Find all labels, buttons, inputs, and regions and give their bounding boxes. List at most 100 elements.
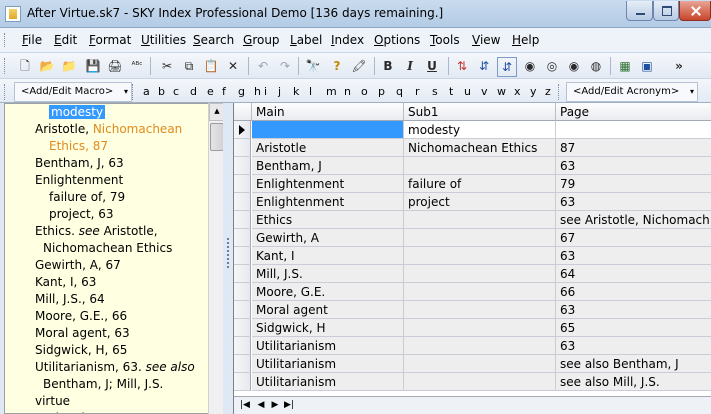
scroll-thumb[interactable] <box>210 123 224 151</box>
row-selector[interactable] <box>234 301 251 319</box>
letter-r-button[interactable]: r <box>415 85 420 98</box>
preview-line[interactable]: chastity, 58, 59 <box>49 410 142 413</box>
maximize-button[interactable] <box>653 1 679 21</box>
save-icon[interactable]: 💾 <box>84 57 102 75</box>
row-selector[interactable] <box>234 157 251 175</box>
menu-label[interactable]: Label <box>290 33 322 47</box>
table-row[interactable]: Sidgwick, H 65 <box>234 319 711 337</box>
cell-sub1[interactable] <box>404 355 556 373</box>
letter-n-button[interactable]: n <box>344 85 351 98</box>
preview-line[interactable]: Ethics. see Aristotle, <box>35 223 158 240</box>
cell-page[interactable]: 63 <box>556 157 711 175</box>
cell-main[interactable]: Utilitarianism <box>252 337 404 355</box>
preview-scrollbar[interactable]: ▲ <box>208 103 225 414</box>
preview-line[interactable]: Enlightenment <box>35 172 123 189</box>
letter-q-button[interactable]: q <box>396 85 403 98</box>
cell-main[interactable]: Utilitarianism <box>252 355 404 373</box>
preview-line[interactable]: Mill, J.S., 64 <box>35 291 105 308</box>
cell-sub1[interactable] <box>404 373 556 391</box>
table-row[interactable]: Moral agent 63 <box>234 301 711 319</box>
letter-b-button[interactable]: b <box>158 85 165 98</box>
letters-grip[interactable] <box>132 84 136 100</box>
letter-u-button[interactable]: u <box>464 85 471 98</box>
row-selector[interactable] <box>234 355 251 373</box>
preview-line[interactable]: Nichomachean Ethics <box>43 240 172 257</box>
table-row[interactable]: modesty <box>234 121 711 139</box>
print-icon[interactable]: 🖨 <box>106 57 124 75</box>
letter-c-button[interactable]: c <box>173 85 179 98</box>
table-row[interactable]: Utilitarianism 63 <box>234 337 711 355</box>
menu-help[interactable]: Help <box>512 33 539 47</box>
sort-alt-icon[interactable]: ⇵ <box>497 57 517 77</box>
sort-az-icon[interactable]: ⇵ <box>475 57 493 75</box>
preview-line[interactable]: Bentham, J, 63 <box>35 155 124 172</box>
cell-page[interactable]: 63 <box>556 247 711 265</box>
table-row[interactable]: Moore, G.E. 66 <box>234 283 711 301</box>
menu-search[interactable]: Search <box>193 33 234 47</box>
column-header-page[interactable]: Page <box>556 103 711 121</box>
table-row[interactable]: Enlightenment failure of 79 <box>234 175 711 193</box>
cell-sub1[interactable] <box>404 301 556 319</box>
preview-line[interactable]: Moral agent, 63 <box>35 325 130 342</box>
first-record-icon[interactable]: |◀ <box>238 398 252 412</box>
cell-page[interactable] <box>556 121 711 139</box>
cell-main[interactable]: Ethics <box>252 211 404 229</box>
preview-line[interactable]: Aristotle, Nichomachean <box>35 121 182 138</box>
menu-edit[interactable]: Edit <box>54 33 77 47</box>
cell-sub1[interactable] <box>404 337 556 355</box>
table-row[interactable]: Utilitarianism see also Bentham, J <box>234 355 711 373</box>
help-icon[interactable]: ? <box>328 57 346 75</box>
letter-a-button[interactable]: a <box>143 85 150 98</box>
preview-line[interactable]: virtue <box>35 393 70 410</box>
app-icon[interactable] <box>5 6 21 22</box>
toolbar-grip[interactable] <box>4 58 8 74</box>
letter-z-button[interactable]: z <box>545 85 551 98</box>
letter-p-button[interactable]: p <box>378 85 385 98</box>
preview-line[interactable]: project, 63 <box>49 206 114 223</box>
cell-page[interactable]: 64 <box>556 265 711 283</box>
cell-page[interactable]: 65 <box>556 319 711 337</box>
cut-icon[interactable]: ✂ <box>158 57 176 75</box>
row-selector[interactable] <box>234 175 251 193</box>
table-row[interactable]: Ethics see Aristotle, Nichomach <box>234 211 711 229</box>
more-icon[interactable]: » <box>670 57 688 75</box>
row-selector[interactable] <box>234 337 251 355</box>
letter-m-button[interactable]: m <box>326 85 337 98</box>
cell-sub1[interactable] <box>404 157 556 175</box>
letter-h-button[interactable]: h <box>254 85 261 98</box>
view-2-icon[interactable]: ◎ <box>543 57 561 75</box>
cell-sub1[interactable] <box>404 229 556 247</box>
cell-page[interactable]: 67 <box>556 229 711 247</box>
row-selector[interactable] <box>234 265 251 283</box>
cell-main[interactable]: Moore, G.E. <box>252 283 404 301</box>
preview-line[interactable]: Ethics, 87 <box>49 138 108 155</box>
spellcheck-icon[interactable]: ᴬᴮᶜ <box>128 57 146 75</box>
letter-s-button[interactable]: s <box>432 85 438 98</box>
cell-main[interactable]: Utilitarianism <box>252 373 404 391</box>
letter-g-button[interactable]: g <box>238 85 245 98</box>
menu-grip[interactable] <box>4 33 8 47</box>
new-icon[interactable]: 🗋 <box>16 57 34 75</box>
row-selector[interactable] <box>234 193 251 211</box>
cell-sub1[interactable] <box>404 211 556 229</box>
column-header-main[interactable]: Main <box>252 103 404 121</box>
preview-line[interactable]: modesty <box>49 104 106 121</box>
letter-w-button[interactable]: w <box>497 85 506 98</box>
table-row[interactable]: Utilitarianism see also Mill, J.S. <box>234 373 711 391</box>
row-selector[interactable] <box>234 211 251 229</box>
cell-sub1[interactable] <box>404 265 556 283</box>
find-icon[interactable]: 🔭 <box>304 57 322 75</box>
cell-page[interactable]: 63 <box>556 193 711 211</box>
open-icon[interactable]: 📂 <box>38 57 56 75</box>
menu-tools[interactable]: Tools <box>430 33 460 47</box>
preview-line[interactable]: Moore, G.E., 66 <box>35 308 127 325</box>
letter-f-button[interactable]: f <box>222 85 226 98</box>
highlight-icon[interactable]: 🖍 <box>350 57 368 75</box>
cell-page[interactable]: 79 <box>556 175 711 193</box>
cell-main[interactable]: Enlightenment <box>252 175 404 193</box>
letter-k-button[interactable]: k <box>293 85 299 98</box>
preview-line[interactable]: Utilitarianism, 63. see also <box>35 359 195 376</box>
index-preview-pane[interactable]: modesty Aristotle, Nichomachean Ethics, 87… <box>4 103 222 414</box>
row-selector[interactable] <box>234 283 251 301</box>
table-row[interactable]: Aristotle Nichomachean Ethics 87 <box>234 139 711 157</box>
